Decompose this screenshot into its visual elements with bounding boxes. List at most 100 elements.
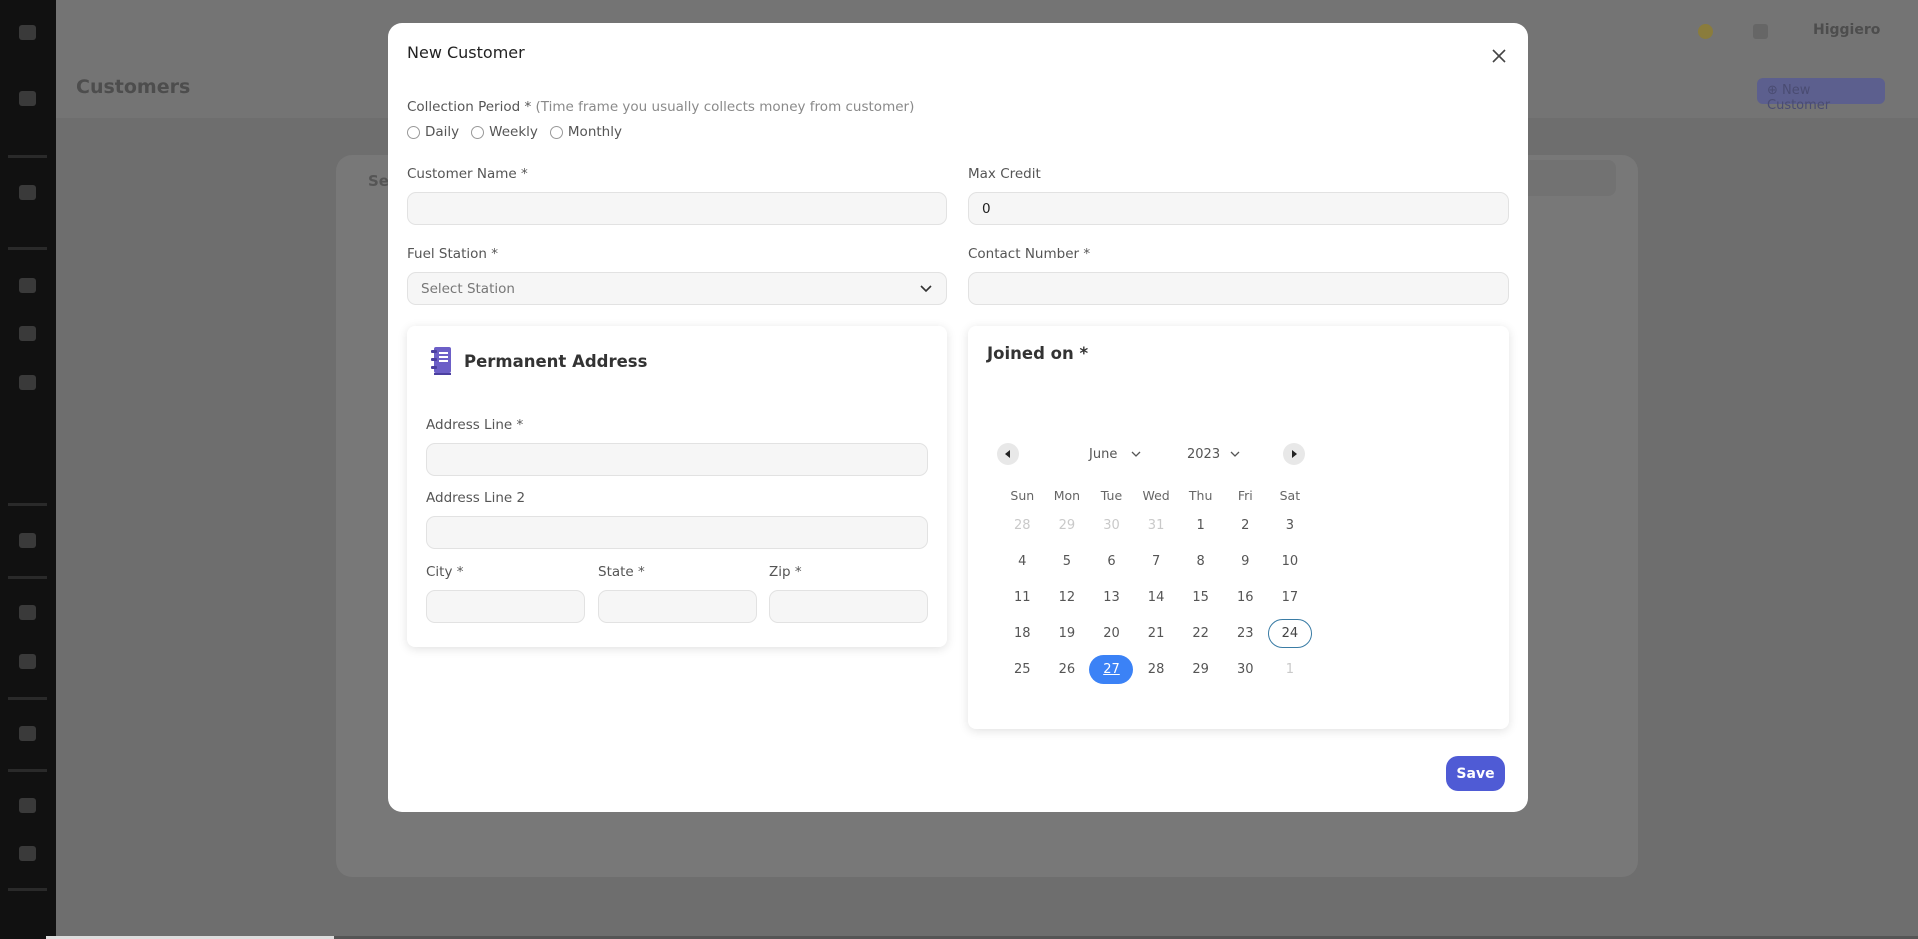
calendar-day[interactable]: 5 <box>1045 543 1090 579</box>
radio-label: Weekly <box>489 124 538 140</box>
page-title: Customers <box>76 76 191 98</box>
calendar-day[interactable]: 28 <box>1000 507 1045 543</box>
city-input[interactable] <box>426 590 585 623</box>
close-icon <box>1492 49 1506 63</box>
video-icon[interactable] <box>19 375 36 390</box>
calendar-day[interactable]: 9 <box>1223 543 1268 579</box>
calendar-day[interactable]: 4 <box>1000 543 1045 579</box>
radio-daily[interactable]: Daily <box>407 124 459 140</box>
weekday-label: Wed <box>1142 487 1170 503</box>
state-label: State * <box>598 564 645 580</box>
calendar-day[interactable]: 8 <box>1178 543 1223 579</box>
fuel-station-label: Fuel Station * <box>407 246 498 262</box>
document-icon[interactable] <box>19 326 36 341</box>
calendar-day[interactable]: 29 <box>1045 507 1090 543</box>
calendar-day[interactable]: 11 <box>1000 579 1045 615</box>
address-line-input[interactable] <box>426 443 928 476</box>
prev-month-button[interactable] <box>997 443 1019 465</box>
modal-title: New Customer <box>407 43 525 62</box>
customer-name-input[interactable] <box>407 192 947 225</box>
address-line-2-input[interactable] <box>426 516 928 549</box>
calendar-day-number: 2 <box>1241 517 1250 533</box>
calendar-day[interactable]: 26 <box>1045 651 1090 687</box>
calendar-day[interactable]: 20 <box>1089 615 1134 651</box>
close-icon[interactable] <box>19 25 36 40</box>
calendar-day-today[interactable]: 24 <box>1267 615 1313 651</box>
triangle-right-icon <box>1292 450 1297 458</box>
calendar-body: 28 29 30 31 1 2 3 4 5 6 7 8 9 10 11 12 13 14 15 16 17 18 19 20 2… <box>1000 507 1312 687</box>
calendar-day[interactable]: 18 <box>1000 615 1045 651</box>
new-customer-button[interactable]: ⊕ New Customer <box>1757 78 1885 113</box>
menu-icon[interactable] <box>19 91 36 106</box>
radio-monthly[interactable]: Monthly <box>549 124 622 140</box>
contact-number-input[interactable] <box>968 272 1509 305</box>
radio-weekly[interactable]: Weekly <box>471 124 538 140</box>
sidebar <box>0 0 56 939</box>
next-month-button[interactable] <box>1283 443 1305 465</box>
user-icon[interactable] <box>19 846 36 861</box>
users-icon[interactable] <box>19 726 36 741</box>
calendar-day[interactable]: 19 <box>1045 615 1090 651</box>
calendar-day[interactable]: 16 <box>1223 579 1268 615</box>
calendar-day[interactable]: 25 <box>1000 651 1045 687</box>
calendar-day-number: 20 <box>1103 625 1120 641</box>
radio-circle[interactable] <box>549 125 563 139</box>
fuel-station-select[interactable]: Select Station <box>407 272 947 305</box>
zip-label: Zip * <box>769 564 802 580</box>
mail-icon[interactable] <box>19 533 36 548</box>
calendar-day-selected[interactable]: 27 <box>1089 651 1134 687</box>
zip-input[interactable] <box>769 590 928 623</box>
state-input[interactable] <box>598 590 757 623</box>
joined-on-title: Joined on * <box>987 344 1089 363</box>
radio-label: Monthly <box>567 124 622 140</box>
month-select[interactable]: June <box>1089 447 1141 462</box>
weekday-label: Sun <box>1010 487 1035 503</box>
calendar-day[interactable]: 10 <box>1268 543 1313 579</box>
radio-circle[interactable] <box>471 125 485 139</box>
sidebar-divider <box>8 697 47 700</box>
calendar-day[interactable]: 12 <box>1045 579 1090 615</box>
notification-icon[interactable] <box>1698 24 1713 39</box>
year-value: 2023 <box>1187 447 1221 462</box>
card-label: Se <box>368 172 389 190</box>
year-select[interactable]: 2023 <box>1187 447 1240 462</box>
calendar-day-number: 28 <box>1147 661 1165 677</box>
calendar-day[interactable]: 15 <box>1178 579 1223 615</box>
calendar-day[interactable]: 22 <box>1178 615 1223 651</box>
calendar-day-number: 9 <box>1241 553 1250 569</box>
calendar-day[interactable]: 6 <box>1089 543 1134 579</box>
sidebar-divider <box>8 576 47 579</box>
calendar-day[interactable]: 3 <box>1268 507 1313 543</box>
calendar-day[interactable]: 13 <box>1089 579 1134 615</box>
calendar-day[interactable]: 31 <box>1134 507 1179 543</box>
chart-icon[interactable] <box>19 654 36 669</box>
radio-circle[interactable] <box>407 125 420 139</box>
calendar-day[interactable]: 30 <box>1089 507 1134 543</box>
collection-period-hint: (Time frame you usually collects money f… <box>535 99 915 115</box>
calendar-day[interactable]: 1 <box>1178 507 1223 543</box>
save-button[interactable]: Save <box>1446 756 1505 791</box>
calendar-day[interactable]: 14 <box>1134 579 1179 615</box>
calendar-day[interactable]: 7 <box>1134 543 1179 579</box>
calendar-week: 4 5 6 7 8 9 10 <box>1000 543 1312 579</box>
calendar-day[interactable]: 17 <box>1268 579 1313 615</box>
calendar-day[interactable]: 29 <box>1178 651 1223 687</box>
calendar-day[interactable]: 30 <box>1223 651 1268 687</box>
user-icon[interactable] <box>19 798 36 813</box>
close-button[interactable] <box>1488 45 1510 67</box>
calendar-day[interactable]: 28 <box>1134 651 1179 687</box>
calendar-day[interactable]: 2 <box>1223 507 1268 543</box>
folder-icon[interactable] <box>19 185 36 200</box>
max-credit-label: Max Credit <box>968 166 1041 182</box>
gear-icon[interactable] <box>19 278 36 293</box>
address-book-icon <box>431 347 451 375</box>
calendar-day-number: 19 <box>1058 625 1076 641</box>
triangle-left-icon <box>1005 450 1010 458</box>
calendar-day[interactable]: 1 <box>1268 651 1313 687</box>
apps-icon[interactable] <box>1753 24 1768 39</box>
calendar-day[interactable]: 23 <box>1223 615 1268 651</box>
max-credit-input[interactable] <box>968 192 1509 225</box>
users-icon[interactable] <box>19 605 36 620</box>
calendar-day[interactable]: 21 <box>1134 615 1179 651</box>
user-name[interactable]: Higgiero <box>1813 22 1880 38</box>
